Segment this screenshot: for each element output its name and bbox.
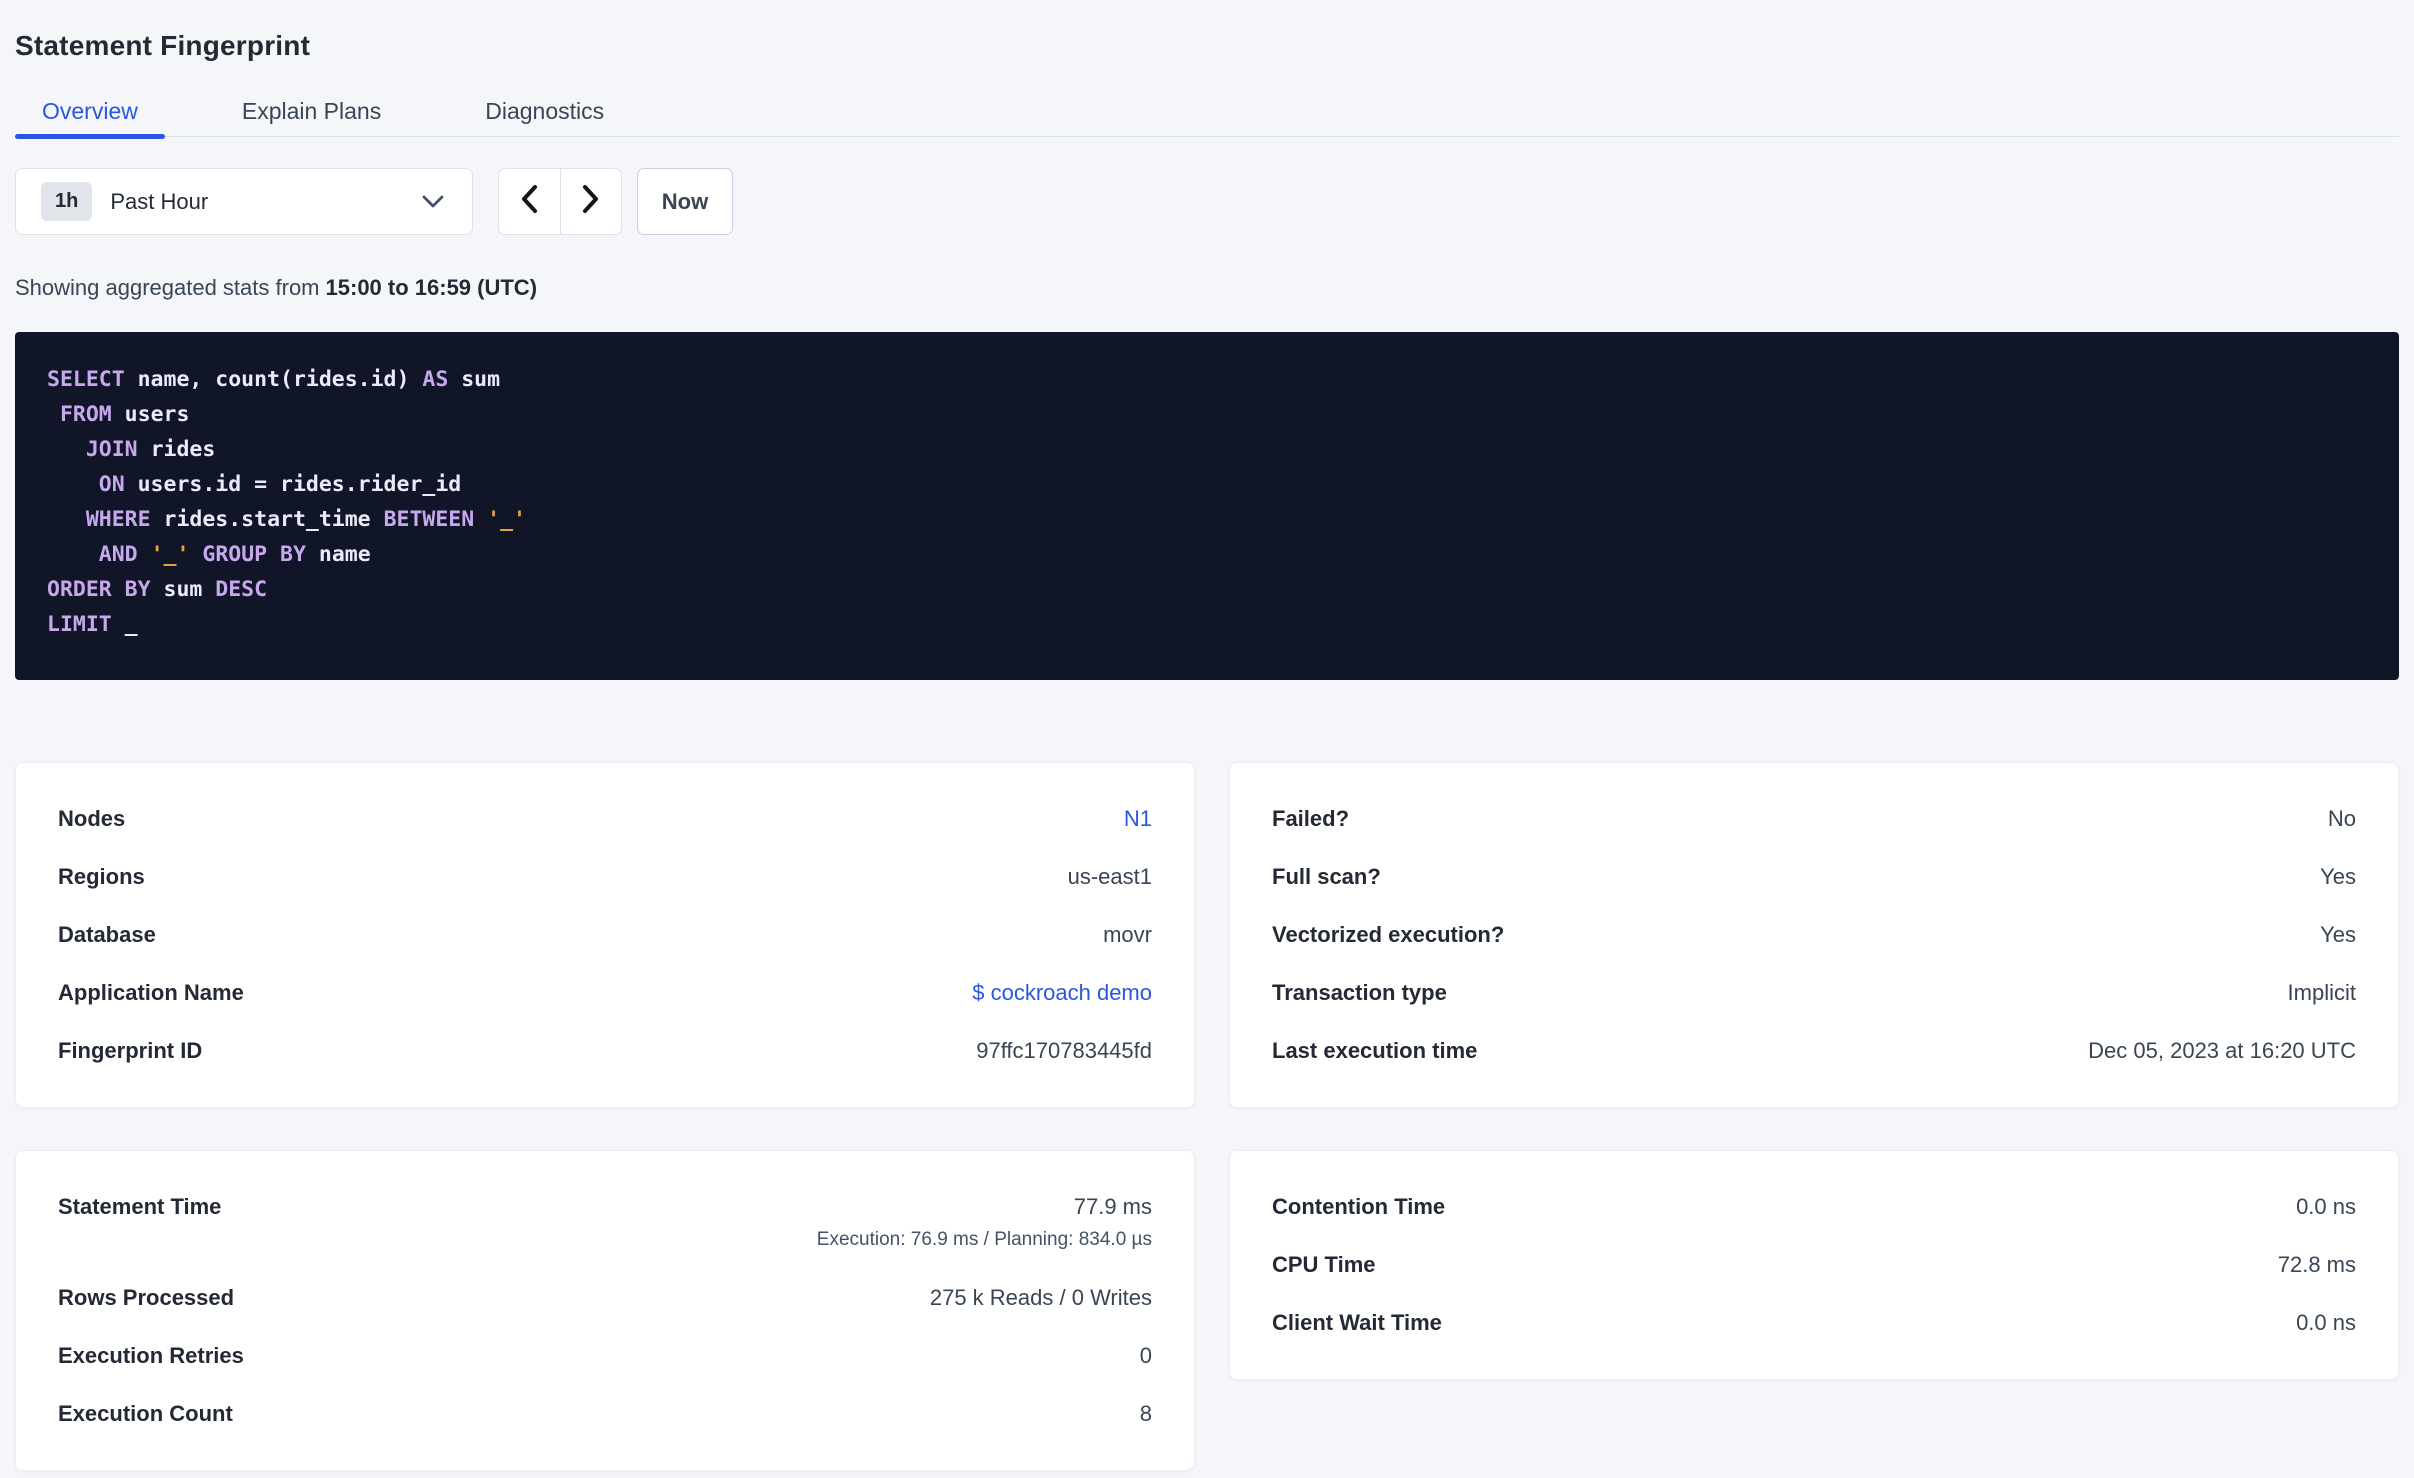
vectorized-label: Vectorized execution? bbox=[1272, 922, 1505, 947]
transaction-type-label: Transaction type bbox=[1272, 980, 1447, 1005]
sql-line: LIMIT _ bbox=[47, 612, 138, 637]
time-range-dropdown[interactable]: 1h Past Hour bbox=[15, 168, 473, 235]
execution-retries-label: Execution Retries bbox=[58, 1343, 244, 1368]
stats-card-right: Contention Time 0.0 ns CPU Time 72.8 ms … bbox=[1229, 1150, 2399, 1380]
sql-statement-box: SELECT name, count(rides.id) AS sum FROM… bbox=[15, 332, 2399, 680]
tab-overview-label: Overview bbox=[42, 97, 138, 124]
time-step-buttons bbox=[498, 168, 622, 235]
now-button[interactable]: Now bbox=[637, 168, 733, 235]
client-wait-time-label: Client Wait Time bbox=[1272, 1310, 1442, 1335]
stat-row-client-wait-time: Client Wait Time 0.0 ns bbox=[1272, 1311, 2356, 1335]
chevron-right-icon bbox=[582, 184, 600, 219]
sql-line: FROM users bbox=[59, 402, 190, 427]
statement-time-value: 77.9 ms Execution: 76.9 ms / Planning: 8… bbox=[816, 1194, 1152, 1251]
statement-time-breakdown: Execution: 76.9 ms / Planning: 834.0 µs bbox=[816, 1229, 1152, 1250]
stat-row-failed: Failed? No bbox=[1272, 807, 2356, 831]
tab-diagnostics[interactable]: Diagnostics bbox=[458, 86, 631, 136]
active-tab-underline bbox=[15, 134, 165, 139]
stat-row-regions: Regions us-east1 bbox=[58, 865, 1152, 889]
chevron-left-icon bbox=[520, 184, 538, 219]
sql-line: AND '_' GROUP BY name bbox=[98, 542, 371, 567]
sql-line: WHERE rides.start_time BETWEEN '_' bbox=[85, 507, 526, 532]
regions-label: Regions bbox=[58, 864, 145, 889]
cpu-time-label: CPU Time bbox=[1272, 1252, 1376, 1277]
sql-line: SELECT name, count(rides.id) AS sum bbox=[47, 367, 501, 392]
failed-label: Failed? bbox=[1272, 806, 1350, 831]
time-range-badge: 1h bbox=[41, 182, 93, 221]
stat-row-transaction-type: Transaction type Implicit bbox=[1272, 981, 2356, 1005]
chevron-down-icon bbox=[422, 195, 444, 208]
vectorized-value: Yes bbox=[2320, 922, 2356, 947]
full-scan-label: Full scan? bbox=[1272, 864, 1381, 889]
regions-value: us-east1 bbox=[1067, 864, 1152, 889]
stat-row-cpu-time: CPU Time 72.8 ms bbox=[1272, 1253, 2356, 1277]
tab-explain-plans[interactable]: Explain Plans bbox=[215, 86, 408, 136]
aggregated-stats-caption: Showing aggregated stats from 15:00 to 16… bbox=[15, 275, 2399, 301]
database-label: Database bbox=[58, 922, 156, 947]
fingerprint-id-label: Fingerprint ID bbox=[58, 1038, 203, 1063]
stat-row-execution-count: Execution Count 8 bbox=[58, 1402, 1152, 1426]
application-name-link[interactable]: $ cockroach demo bbox=[972, 981, 1152, 1005]
execution-count-value: 8 bbox=[1139, 1401, 1152, 1426]
next-interval-button[interactable] bbox=[561, 169, 622, 234]
statement-fingerprint-page: Statement Fingerprint Overview Explain P… bbox=[0, 30, 2414, 1471]
stat-row-statement-time: Statement Time 77.9 ms Execution: 76.9 m… bbox=[58, 1195, 1152, 1252]
sql-line: ON users.id = rides.rider_id bbox=[98, 472, 462, 497]
tab-diagnostics-label: Diagnostics bbox=[485, 97, 605, 124]
summary-cards: Nodes N1 Regions us-east1 Database movr … bbox=[15, 762, 2399, 1471]
stat-row-fingerprint-id: Fingerprint ID 97ffc170783445fd bbox=[58, 1039, 1152, 1063]
time-controls: 1h Past Hour Now bbox=[15, 168, 2399, 235]
tab-bar: Overview Explain Plans Diagnostics bbox=[15, 86, 2399, 139]
nodes-link[interactable]: N1 bbox=[1124, 807, 1152, 831]
stat-row-full-scan: Full scan? Yes bbox=[1272, 865, 2356, 889]
now-button-label: Now bbox=[661, 188, 709, 214]
fingerprint-id-value: 97ffc170783445fd bbox=[976, 1038, 1152, 1063]
last-execution-time-label: Last execution time bbox=[1272, 1038, 1478, 1063]
caption-time-range: 15:00 to 16:59 (UTC) bbox=[325, 275, 538, 300]
rows-processed-label: Rows Processed bbox=[58, 1285, 235, 1310]
execution-count-label: Execution Count bbox=[58, 1401, 233, 1426]
time-range-label: Past Hour bbox=[110, 188, 209, 214]
stats-card-left: Statement Time 77.9 ms Execution: 76.9 m… bbox=[15, 1150, 1195, 1471]
caption-prefix: Showing aggregated stats from bbox=[15, 275, 320, 300]
tab-overview[interactable]: Overview bbox=[15, 86, 165, 139]
sql-line: ORDER BY sum DESC bbox=[47, 577, 268, 602]
transaction-type-value: Implicit bbox=[2287, 980, 2356, 1005]
stat-row-contention-time: Contention Time 0.0 ns bbox=[1272, 1195, 2356, 1219]
nodes-label: Nodes bbox=[58, 806, 126, 831]
stat-row-last-execution-time: Last execution time Dec 05, 2023 at 16:2… bbox=[1272, 1039, 2356, 1063]
statement-time-label: Statement Time bbox=[58, 1194, 222, 1219]
execution-retries-value: 0 bbox=[1139, 1343, 1152, 1368]
application-name-label: Application Name bbox=[58, 980, 244, 1005]
full-scan-value: Yes bbox=[2320, 864, 2356, 889]
contention-time-label: Contention Time bbox=[1272, 1194, 1446, 1219]
stat-row-vectorized: Vectorized execution? Yes bbox=[1272, 923, 2356, 947]
previous-interval-button[interactable] bbox=[499, 169, 561, 234]
sql-line: JOIN rides bbox=[85, 437, 216, 462]
stat-row-nodes: Nodes N1 bbox=[58, 807, 1152, 831]
tab-explain-plans-label: Explain Plans bbox=[241, 97, 382, 124]
last-execution-time-value: Dec 05, 2023 at 16:20 UTC bbox=[2088, 1038, 2356, 1063]
database-value: movr bbox=[1103, 922, 1152, 947]
failed-value: No bbox=[2327, 806, 2356, 831]
stat-row-execution-retries: Execution Retries 0 bbox=[58, 1344, 1152, 1368]
client-wait-time-value: 0.0 ns bbox=[2296, 1310, 2356, 1335]
stat-row-application-name: Application Name $ cockroach demo bbox=[58, 981, 1152, 1005]
page-title: Statement Fingerprint bbox=[15, 30, 311, 61]
cpu-time-value: 72.8 ms bbox=[2277, 1252, 2356, 1277]
stat-row-rows-processed: Rows Processed 275 k Reads / 0 Writes bbox=[58, 1286, 1152, 1310]
overview-card-left: Nodes N1 Regions us-east1 Database movr … bbox=[15, 762, 1195, 1108]
stat-row-database: Database movr bbox=[58, 923, 1152, 947]
contention-time-value: 0.0 ns bbox=[2296, 1194, 2356, 1219]
rows-processed-value: 275 k Reads / 0 Writes bbox=[929, 1285, 1152, 1310]
overview-card-right: Failed? No Full scan? Yes Vectorized exe… bbox=[1229, 762, 2399, 1108]
